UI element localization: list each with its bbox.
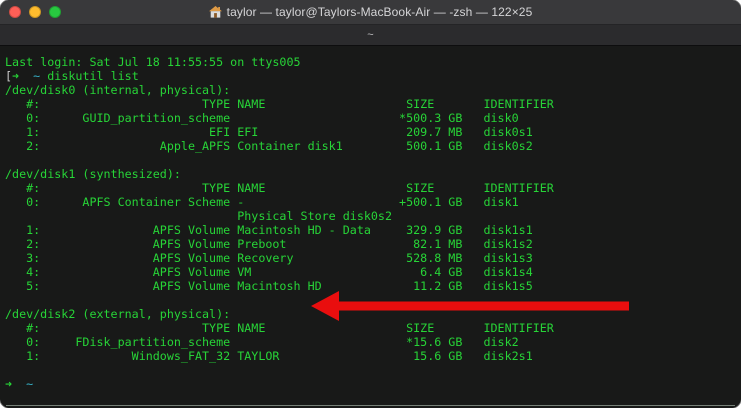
terminal-line: Last login: Sat Jul 18 11:55:55 on ttys0… (5, 55, 741, 69)
terminal-text-segment: /dev/disk0 (internal, physical): (5, 83, 231, 97)
terminal-text-segment: 0: APFS Container Scheme - +500.1 GB dis… (5, 195, 519, 209)
terminal-text-segment: [ (5, 69, 13, 83)
window-title-group: taylor — taylor@Taylors-MacBook-Air — -z… (208, 5, 533, 19)
terminal-line: 1: EFI EFI 209.7 MB disk0s1 (5, 125, 741, 139)
terminal-text-segment: 1: APFS Volume Macintosh HD - Data 329.9… (5, 223, 533, 237)
terminal-text-segment: #: TYPE NAME SIZE IDENTIFIER (5, 97, 554, 111)
terminal-text-segment: Physical Store disk0s2 (5, 209, 393, 223)
minimize-button[interactable] (29, 6, 41, 18)
terminal-line: /dev/disk2 (external, physical): (5, 307, 741, 321)
close-button[interactable] (9, 6, 21, 18)
terminal-line: /dev/disk1 (synthesized): (5, 167, 741, 181)
terminal-line: #: TYPE NAME SIZE IDENTIFIER (5, 97, 741, 111)
terminal-text-segment: #: TYPE NAME SIZE IDENTIFIER (5, 181, 554, 195)
terminal-text-segment: ~ (26, 377, 34, 391)
terminal-text-segment: /dev/disk1 (synthesized): (5, 167, 181, 181)
terminal-text-segment: #: TYPE NAME SIZE IDENTIFIER (5, 321, 554, 335)
terminal-text-segment: 2: APFS Volume Preboot 82.1 MB disk1s2 (5, 237, 533, 251)
terminal-line: 0: FDisk_partition_scheme *15.6 GB disk2 (5, 335, 741, 349)
terminal-line: 1: APFS Volume Macintosh HD - Data 329.9… (5, 223, 741, 237)
zoom-button[interactable] (49, 6, 61, 18)
terminal-text-segment: 0: GUID_partition_scheme *500.3 GB disk0 (5, 111, 519, 125)
terminal-line: 0: APFS Container Scheme - +500.1 GB dis… (5, 195, 741, 209)
terminal-line: ➜ ~ (5, 377, 741, 391)
terminal-text-segment: 1: EFI EFI 209.7 MB disk0s1 (5, 125, 533, 139)
terminal-line: 2: Apple_APFS Container disk1 500.1 GB d… (5, 139, 741, 153)
tab-title: ~ (367, 29, 374, 41)
titlebar[interactable]: taylor — taylor@Taylors-MacBook-Air — -z… (0, 0, 741, 25)
terminal-line: 0: GUID_partition_scheme *500.3 GB disk0 (5, 111, 741, 125)
traffic-lights (9, 0, 61, 24)
terminal-text-segment: /dev/disk2 (external, physical): (5, 307, 231, 321)
terminal-text-segment: 3: APFS Volume Recovery 528.8 MB disk1s3 (5, 251, 533, 265)
terminal-screen[interactable]: Last login: Sat Jul 18 11:55:55 on ttys0… (0, 46, 741, 408)
terminal-line: 2: APFS Volume Preboot 82.1 MB disk1s2 (5, 237, 741, 251)
terminal-line: [➜ ~ diskutil list (5, 69, 741, 83)
terminal-line: 1: Windows_FAT_32 TAYLOR 15.6 GB disk2s1 (5, 349, 741, 363)
window-title: taylor — taylor@Taylors-MacBook-Air — -z… (226, 5, 533, 19)
terminal-line: #: TYPE NAME SIZE IDENTIFIER (5, 181, 741, 195)
terminal-text-segment: 4: APFS Volume VM 6.4 GB disk1s4 (5, 265, 533, 279)
terminal-line: Physical Store disk0s2 (5, 209, 741, 223)
terminal-text-segment: 5: APFS Volume Macintosh HD 11.2 GB disk… (5, 279, 533, 293)
terminal-text-segment: 1: Windows_FAT_32 TAYLOR 15.6 GB disk2s1 (5, 349, 533, 363)
terminal-line: #: TYPE NAME SIZE IDENTIFIER (5, 321, 741, 335)
tab-bar[interactable]: ~ (0, 25, 741, 46)
terminal-window: taylor — taylor@Taylors-MacBook-Air — -z… (0, 0, 741, 408)
home-folder-icon (208, 6, 222, 18)
terminal-text-segment: ➜ (5, 377, 13, 391)
terminal-text-segment: Last login: Sat Jul 18 11:55:55 on ttys0… (5, 55, 301, 69)
terminal-line: 5: APFS Volume Macintosh HD 11.2 GB disk… (5, 279, 741, 293)
terminal-text-segment: 2: Apple_APFS Container disk1 500.1 GB d… (5, 139, 533, 153)
terminal-text-segment: diskutil list (40, 69, 139, 83)
terminal-text-segment: 0: FDisk_partition_scheme *15.6 GB disk2 (5, 335, 519, 349)
terminal-line: 4: APFS Volume VM 6.4 GB disk1s4 (5, 265, 741, 279)
terminal-line: 3: APFS Volume Recovery 528.8 MB disk1s3 (5, 251, 741, 265)
terminal-line: /dev/disk0 (internal, physical): (5, 83, 741, 97)
